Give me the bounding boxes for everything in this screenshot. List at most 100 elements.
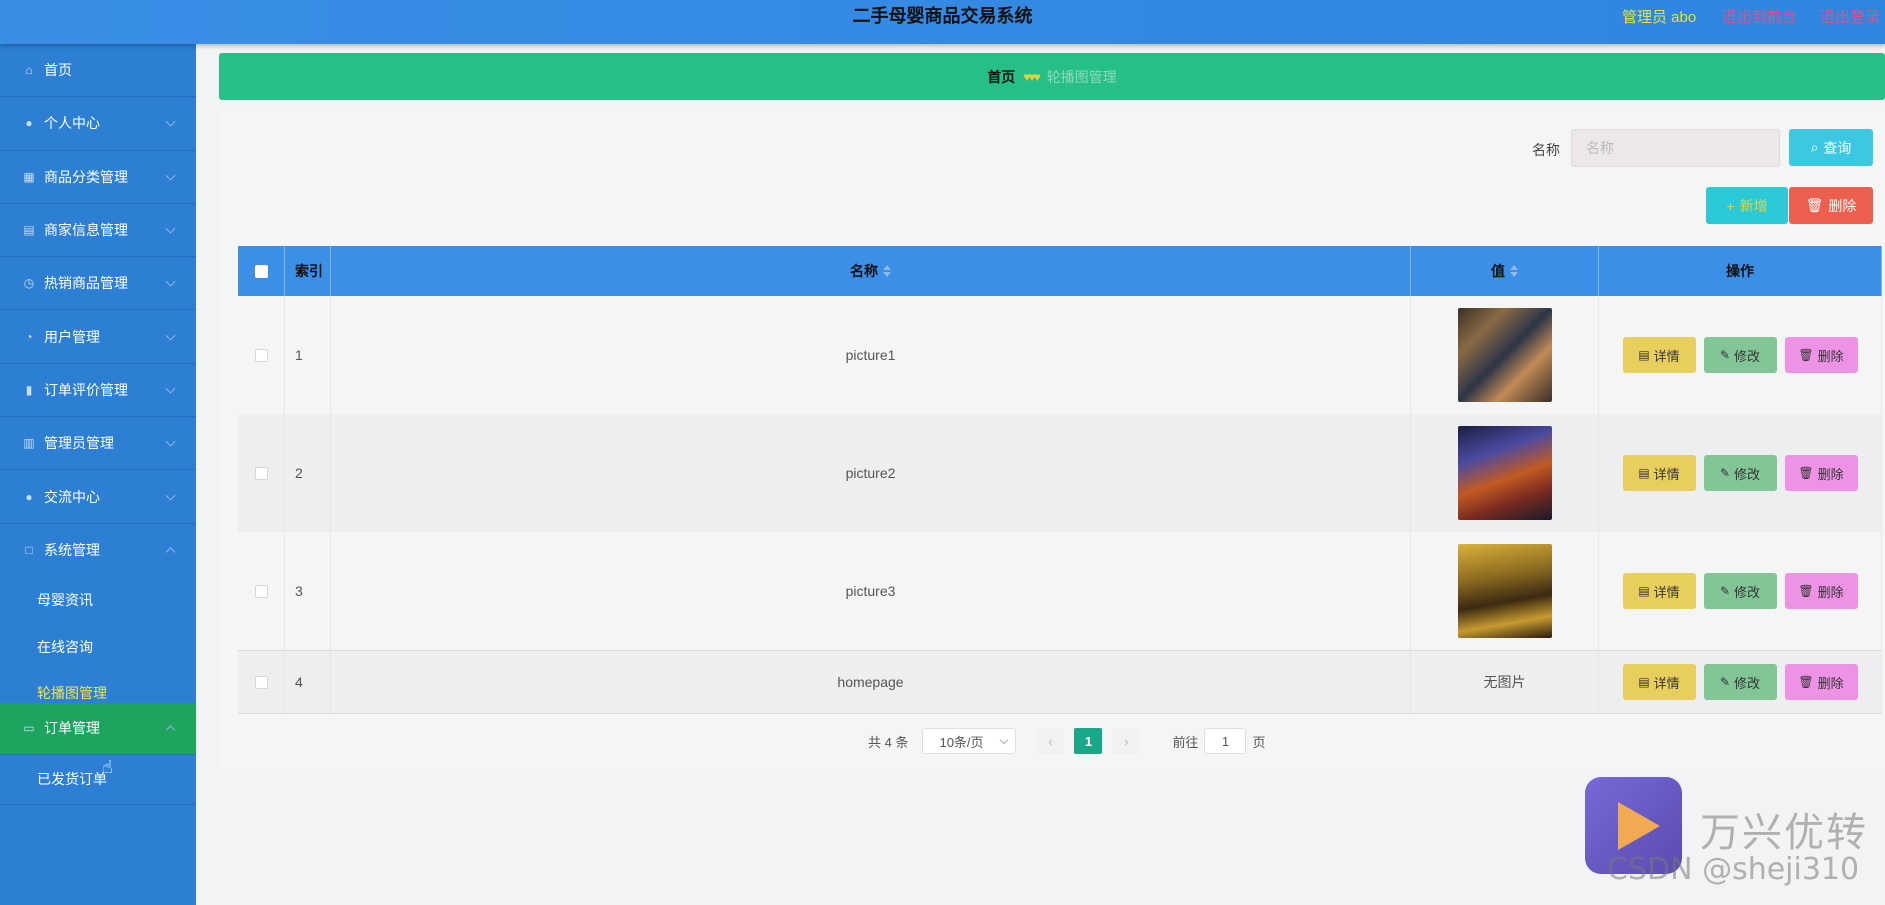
detail-label: 详情 [1653,675,1680,691]
row-checkbox[interactable] [254,675,268,689]
sidebar-subitem-shipped-orders[interactable]: 已发货订单 [0,755,196,805]
column-value-label: 值 [1491,263,1505,279]
query-button-label: 查询 [1823,139,1852,156]
chevron-down-icon [165,383,176,394]
app-title: 二手母婴商品交易系统 [852,6,1033,27]
bar-chart-icon: ▮ [25,382,33,397]
watermark-brand: 万兴优转 [1700,810,1868,856]
building-icon: ▥ [23,436,35,451]
sort-icon[interactable] [883,265,891,277]
sidebar-item-label: 首页 [44,62,72,79]
delete-button[interactable]: 🗑 删除 [1784,337,1858,373]
sidebar-item-system[interactable]: □ 系统管理 [0,524,196,577]
chevron-down-icon [165,276,176,287]
square-icon: □ [25,543,33,558]
delete-button-label: 删除 [1828,197,1857,214]
sidebar-item-category[interactable]: ▦ 商品分类管理 [0,151,196,204]
logout-link[interactable]: 退出登录 [1820,6,1880,27]
row-checkbox[interactable] [254,466,268,480]
edit-button[interactable]: ✎ 修改 [1703,573,1777,609]
detail-button[interactable]: ▤ 详情 [1622,573,1696,609]
delete-button[interactable]: 🗑 删除 [1784,664,1858,700]
detail-button[interactable]: ▤ 详情 [1622,455,1696,491]
sidebar-item-forum[interactable]: ● 交流中心 [0,470,196,524]
sidebar-item-label: 交流中心 [44,488,100,505]
edit-button[interactable]: ✎ 修改 [1703,455,1777,491]
sidebar: ⌂ 首页 ● 个人中心 ▦ 商品分类管理 ▤ 商家信息管理 ◷ 热销商品管理 ◔… [0,44,196,905]
delete-label: 删除 [1817,584,1844,600]
sidebar-item-admins[interactable]: ▥ 管理员管理 [0,417,196,471]
chevron-up-icon [165,725,176,736]
back-to-front-link[interactable]: 退出到前台 [1722,6,1797,27]
user-icon: ● [25,489,33,504]
row-checkbox-cell [238,532,285,650]
row-checkbox-cell [238,414,285,532]
goto-page-input[interactable]: 1 [1204,728,1247,754]
mouse-cursor-icon: ☝ [102,757,113,777]
sidebar-item-orders[interactable]: ▭ 订单管理 [0,702,196,755]
pencil-icon: ✎ [1719,348,1731,362]
row-checkbox[interactable] [254,584,268,598]
trash-icon: 🗑 [1798,348,1814,362]
breadcrumb-home[interactable]: 首页 [987,67,1015,87]
total-count: 共 4 条 [868,734,909,750]
edit-label: 修改 [1734,348,1761,364]
edit-label: 修改 [1734,675,1761,691]
pencil-icon: ✎ [1719,584,1731,598]
carousel-thumbnail-image [1457,308,1552,402]
batch-delete-button[interactable]: 🗑 删除 [1789,187,1873,224]
grid-icon: ▦ [23,169,35,184]
sidebar-subitem-news[interactable]: 母婴资讯 [0,577,196,624]
goto-label: 前往 [1172,734,1199,750]
sidebar-item-reviews[interactable]: ▮ 订单评价管理 [0,364,196,418]
sidebar-subitem-carousel[interactable]: 轮播图管理 [0,671,196,703]
sidebar-item-label: 系统管理 [44,542,100,559]
edit-button[interactable]: ✎ 修改 [1703,664,1777,700]
query-button[interactable]: ⌕ 查询 [1789,129,1873,166]
search-icon: ⌕ [1810,139,1819,155]
sidebar-item-label: 热销商品管理 [44,275,128,292]
sidebar-item-users[interactable]: ◔ 用户管理 [0,310,196,364]
delete-button[interactable]: 🗑 删除 [1784,573,1858,609]
column-actions: 操作 [1599,246,1882,296]
select-all-checkbox[interactable] [254,264,268,278]
add-button[interactable]: + 新增 [1706,187,1788,224]
trash-icon: 🗑 [1798,584,1814,598]
detail-label: 详情 [1653,584,1680,600]
row-value-cell [1411,414,1599,532]
header-checkbox-cell [238,246,285,296]
sidebar-item-home[interactable]: ⌂ 首页 [0,44,196,98]
sidebar-item-profile[interactable]: ● 个人中心 [0,97,196,151]
sort-icon[interactable] [1510,265,1518,277]
document-icon: ▤ [1638,466,1650,480]
sidebar-subitem-consult[interactable]: 在线咨询 [0,624,196,671]
column-name[interactable]: 名称 [331,246,1411,296]
page-size-select[interactable]: 10条/页 [922,728,1017,754]
page-number-button[interactable]: 1 [1074,728,1103,754]
row-actions: ▤ 详情 ✎ 修改 🗑 删除 [1599,296,1882,414]
prev-page-button[interactable]: ‹ [1036,728,1065,754]
row-index: 3 [285,532,331,650]
sidebar-item-merchant[interactable]: ▤ 商家信息管理 [0,204,196,258]
delete-button[interactable]: 🗑 删除 [1784,455,1858,491]
edit-label: 修改 [1734,466,1761,482]
chevron-down-icon [165,223,176,234]
sidebar-item-label: 个人中心 [44,115,100,132]
sidebar-item-hot-products[interactable]: ◷ 热销商品管理 [0,257,196,311]
detail-button[interactable]: ▤ 详情 [1622,664,1696,700]
edit-label: 修改 [1734,584,1761,600]
admin-user-label: 管理员 abo [1622,9,1697,26]
search-input[interactable] [1571,129,1780,167]
next-page-button[interactable]: › [1112,728,1141,754]
clipboard-icon: ▤ [23,223,35,238]
clock-icon: ◷ [23,276,35,291]
column-value[interactable]: 值 [1411,246,1599,296]
detail-label: 详情 [1653,466,1680,482]
data-table: 索引 名称 值 操作 1 picture1 ▤ 详情 ✎ 修改 🗑 删除 2 pict… [238,246,1882,714]
carousel-thumbnail-image [1457,544,1552,638]
table-row: 1 picture1 ▤ 详情 ✎ 修改 🗑 删除 [238,296,1882,414]
row-checkbox[interactable] [254,348,268,362]
edit-button[interactable]: ✎ 修改 [1703,337,1777,373]
detail-button[interactable]: ▤ 详情 [1622,337,1696,373]
sidebar-item-label: 商家信息管理 [44,222,128,239]
